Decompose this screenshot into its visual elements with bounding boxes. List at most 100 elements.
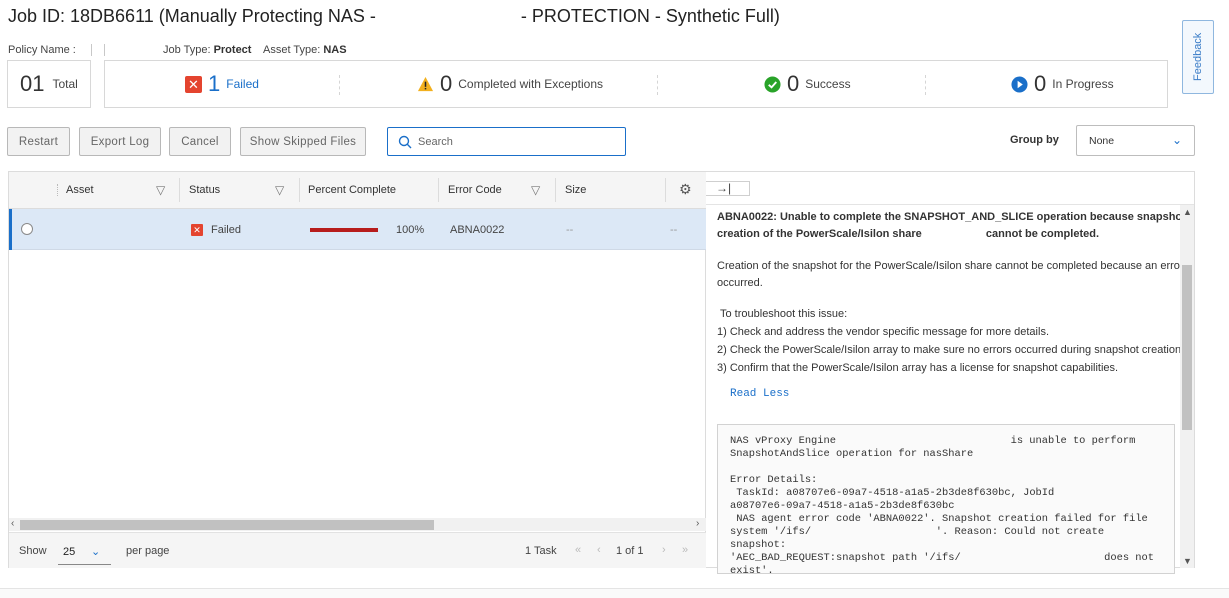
failed-count: 1: [208, 71, 221, 96]
per-page-value: 25: [63, 546, 76, 558]
success-check-icon: [764, 75, 781, 93]
summary-failed[interactable]: ✕ 1 Failed: [185, 61, 259, 107]
previous-page-icon[interactable]: ‹: [597, 544, 601, 556]
column-divider: [555, 178, 556, 202]
job-type: Job Type: Protect: [163, 44, 251, 56]
meta-divider: [104, 44, 105, 56]
failed-icon: ✕: [191, 223, 203, 236]
error-log: NAS vProxy Engine is unable to perform S…: [717, 424, 1175, 574]
total-card[interactable]: 01 Total: [7, 60, 91, 108]
column-header-status[interactable]: Status: [189, 172, 220, 208]
chevron-down-icon: ⌄: [91, 546, 101, 558]
per-page-select[interactable]: 25 ⌄: [58, 541, 111, 565]
first-page-icon[interactable]: «: [575, 544, 581, 556]
asset-type-value: NAS: [323, 44, 347, 56]
asset-type: Asset Type: NAS: [263, 44, 347, 56]
policy-name-label: Policy Name :: [8, 44, 76, 56]
column-divider: [438, 178, 439, 202]
group-by-select[interactable]: None ⌄: [1076, 125, 1195, 156]
column-header-error-code[interactable]: Error Code: [448, 172, 502, 208]
error-title-line-2b: cannot be completed.: [985, 228, 1099, 240]
next-page-icon[interactable]: ›: [662, 544, 666, 556]
page-info: 1 of 1: [616, 545, 644, 557]
last-page-icon[interactable]: »: [682, 544, 688, 556]
error-description: Creation of the snapshot for the PowerSc…: [717, 258, 1184, 292]
show-skipped-files-button[interactable]: Show Skipped Files: [240, 127, 366, 156]
scroll-down-icon[interactable]: ▼: [1183, 556, 1192, 566]
restart-button[interactable]: Restart: [7, 127, 70, 156]
cell-size: --: [566, 223, 574, 236]
collapse-panel-icon[interactable]: →|: [706, 181, 750, 196]
title-part-1: Job ID: 18DB6611 (Manually Protecting NA…: [8, 6, 376, 26]
summary-divider: [657, 75, 658, 95]
column-header-percent-complete[interactable]: Percent Complete: [308, 172, 396, 208]
table-header: Asset ▽ Status ▽ Percent Complete Error …: [9, 172, 706, 209]
chevron-down-icon: ⌄: [1171, 133, 1182, 147]
total-label: Total: [52, 77, 78, 91]
search-input[interactable]: Search: [387, 127, 626, 156]
exceptions-count: 0: [440, 71, 453, 96]
per-page-label: per page: [126, 545, 170, 557]
meta-divider: [91, 44, 92, 56]
row-selected-accent: [9, 209, 12, 250]
status-text: Failed: [211, 223, 241, 236]
row-select-radio[interactable]: [21, 223, 33, 235]
column-divider: [299, 178, 300, 202]
progress-bar: [310, 228, 378, 232]
table-footer: Show 25 ⌄ per page 1 Task « ‹ 1 of 1 › »: [9, 532, 706, 568]
desc-line-1: Creation of the snapshot for the PowerSc…: [717, 260, 1184, 272]
status-filter-icon[interactable]: ▽: [275, 183, 284, 197]
export-log-button[interactable]: Export Log: [79, 127, 161, 156]
summary-divider: [925, 75, 926, 95]
scrollbar-thumb[interactable]: [1182, 265, 1192, 430]
cell-error-code: ABNA0022: [450, 223, 505, 236]
error-code-filter-icon[interactable]: ▽: [531, 183, 540, 197]
error-title: ABNA0022: Unable to complete the SNAPSHO…: [717, 209, 1186, 243]
error-detail-panel: →| ABNA0022: Unable to complete the SNAP…: [706, 171, 1195, 574]
scrollbar-thumb[interactable]: [20, 520, 434, 530]
error-title-line-2a: creation of the PowerScale/Isilon share: [717, 228, 922, 240]
horizontal-scrollbar[interactable]: ‹ ›: [9, 518, 706, 531]
status-summary: ✕ 1 Failed 0 Completed with Exceptions 0…: [104, 60, 1168, 108]
feedback-label: Feedback: [1192, 32, 1204, 81]
column-header-size[interactable]: Size: [565, 172, 586, 208]
task-count: 1 Task: [525, 545, 557, 557]
search-icon: [398, 135, 412, 148]
asset-table: Asset ▽ Status ▽ Percent Complete Error …: [8, 171, 706, 568]
scroll-left-icon[interactable]: ‹: [11, 518, 14, 529]
summary-success[interactable]: 0 Success: [764, 61, 851, 107]
cell-percent: 100%: [396, 223, 425, 236]
feedback-tab[interactable]: Feedback: [1182, 20, 1214, 94]
troubleshoot-step-1: 1) Check and address the vendor specific…: [717, 326, 1049, 338]
gear-icon[interactable]: ⚙: [679, 181, 692, 198]
scroll-up-icon[interactable]: ▲: [1183, 207, 1192, 217]
job-type-label: Job Type:: [163, 44, 211, 56]
group-by-label: Group by: [1010, 134, 1059, 146]
vertical-scrollbar[interactable]: ▲ ▼: [1180, 205, 1194, 568]
detail-divider: [706, 204, 1194, 205]
troubleshoot-intro: To troubleshoot this issue:: [720, 308, 848, 320]
scroll-right-icon[interactable]: ›: [696, 518, 699, 529]
error-title-line-1: ABNA0022: Unable to complete the SNAPSHO…: [717, 211, 1186, 223]
summary-in-progress[interactable]: 0 In Progress: [1011, 61, 1114, 107]
group-by-value: None: [1089, 134, 1115, 147]
in-progress-label: In Progress: [1052, 77, 1114, 91]
column-divider: [665, 178, 666, 202]
total-count: 01: [20, 71, 45, 96]
read-less-link[interactable]: Read Less: [730, 388, 789, 400]
search-placeholder: Search: [418, 135, 453, 148]
failed-label: Failed: [226, 77, 259, 91]
cancel-button[interactable]: Cancel: [169, 127, 231, 156]
desc-line-2: occurred.: [717, 277, 763, 289]
show-label: Show: [19, 545, 47, 557]
column-header-asset[interactable]: Asset: [66, 172, 94, 208]
summary-exceptions[interactable]: 0 Completed with Exceptions: [417, 61, 603, 107]
asset-filter-icon[interactable]: ▽: [156, 183, 165, 197]
table-row[interactable]: ✕ Failed 100% ABNA0022 -- --: [9, 209, 706, 250]
in-progress-icon: [1011, 75, 1028, 93]
success-count: 0: [787, 71, 800, 96]
in-progress-count: 0: [1034, 71, 1047, 96]
job-type-value: Protect: [213, 44, 252, 56]
cell-extra: --: [670, 223, 678, 236]
page-title: Job ID: 18DB6611 (Manually Protecting NA…: [8, 6, 780, 27]
